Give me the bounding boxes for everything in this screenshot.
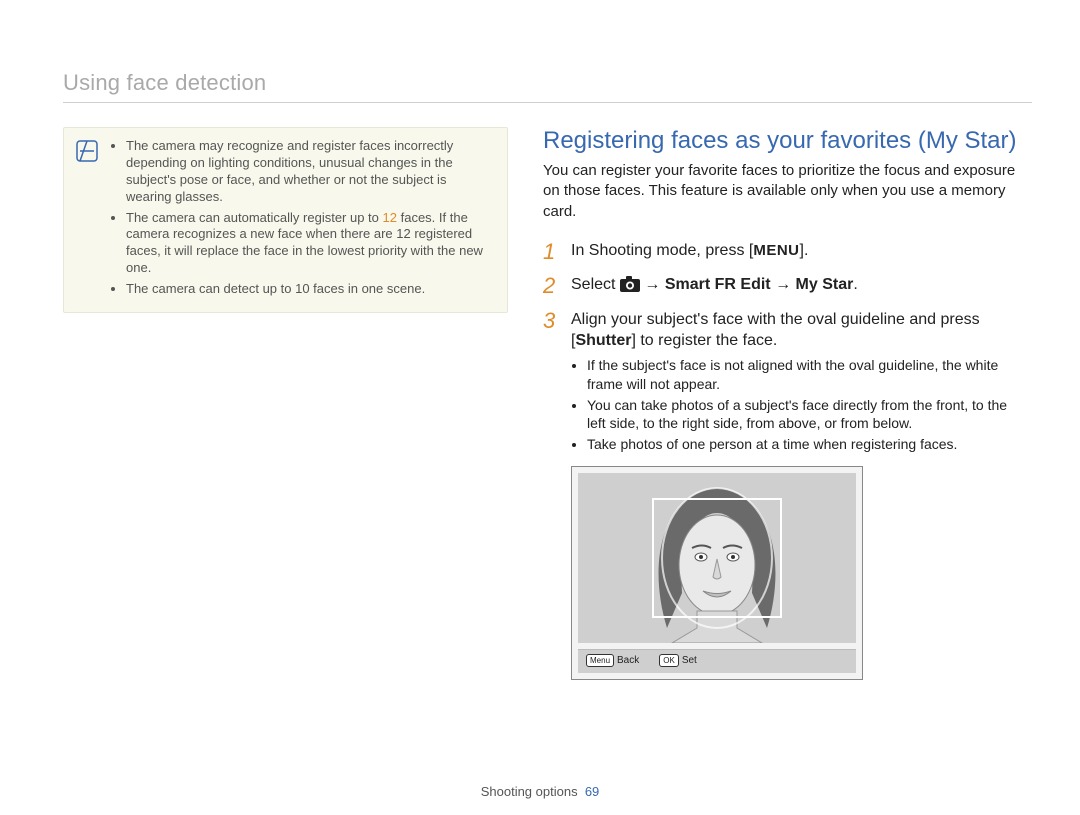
right-column: Registering faces as your favorites (My … <box>543 127 1032 680</box>
step-1: 1 In Shooting mode, press [MENU]. <box>543 240 1022 264</box>
arrow: → <box>644 276 664 293</box>
back-label: Back <box>617 655 639 666</box>
white-frame <box>652 498 782 618</box>
step-text: Select <box>571 276 620 293</box>
note-item: The camera may recognize and register fa… <box>126 138 493 206</box>
shutter-button-label: Shutter <box>575 332 631 349</box>
menu-path-item: My Star <box>796 276 854 293</box>
sub-bullet: If the subject's face is not aligned wit… <box>587 356 1022 394</box>
step-body: Select → Smart FR Edit → My Star. <box>571 274 1022 299</box>
note-text: The camera can automatically register up… <box>126 210 383 225</box>
set-label: Set <box>682 655 697 666</box>
step-2: 2 Select → Smart FR Edit → My Star. <box>543 274 1022 299</box>
footer-label: Shooting options <box>481 784 578 799</box>
step-body: In Shooting mode, press [MENU]. <box>571 240 1022 264</box>
note-item: The camera can detect up to 10 faces in … <box>126 281 493 298</box>
menu-button-label: MENU <box>753 242 799 259</box>
step-text: . <box>853 276 857 293</box>
note-highlight: 12 <box>383 210 397 225</box>
camera-screen-illustration: MenuBack OKSet <box>571 466 863 680</box>
subsection-title: Registering faces as your favorites (My … <box>543 127 1022 155</box>
step-number: 3 <box>543 309 571 457</box>
sub-bullet: Take photos of one person at a time when… <box>587 435 1022 454</box>
note-box: The camera may recognize and register fa… <box>63 127 508 313</box>
page-footer: Shooting options 69 <box>0 784 1080 799</box>
back-key-group: MenuBack <box>586 654 639 667</box>
page-number: 69 <box>585 784 599 799</box>
columns: The camera may recognize and register fa… <box>63 127 1032 680</box>
menu-path-item: Smart FR Edit <box>665 276 771 293</box>
step-3: 3 Align your subject's face with the ova… <box>543 309 1022 457</box>
left-column: The camera may recognize and register fa… <box>63 127 508 680</box>
step-text: In Shooting mode, press [ <box>571 242 753 259</box>
intro-text: You can register your favorite faces to … <box>543 161 1022 222</box>
set-key-group: OKSet <box>659 654 697 667</box>
menu-key-icon: Menu <box>586 654 614 667</box>
step-text: ]. <box>800 242 809 259</box>
note-text: The camera can detect up to 10 faces in … <box>126 281 425 296</box>
camera-screen <box>578 473 856 643</box>
section-title: Using face detection <box>63 70 1032 103</box>
note-text: The camera may recognize and register fa… <box>126 138 453 204</box>
step-number: 2 <box>543 274 571 299</box>
ok-key-icon: OK <box>659 654 679 667</box>
note-icon <box>76 140 98 162</box>
step-body: Align your subject's face with the oval … <box>571 309 1022 457</box>
arrow: → <box>771 276 796 293</box>
step-number: 1 <box>543 240 571 264</box>
sub-bullet: You can take photos of a subject's face … <box>587 396 1022 434</box>
screen-footer: MenuBack OKSet <box>578 649 856 673</box>
step-text: ] to register the face. <box>631 332 777 349</box>
steps: 1 In Shooting mode, press [MENU]. 2 Sele… <box>543 240 1022 456</box>
note-item: The camera can automatically register up… <box>126 210 493 278</box>
camera-icon <box>620 276 640 299</box>
